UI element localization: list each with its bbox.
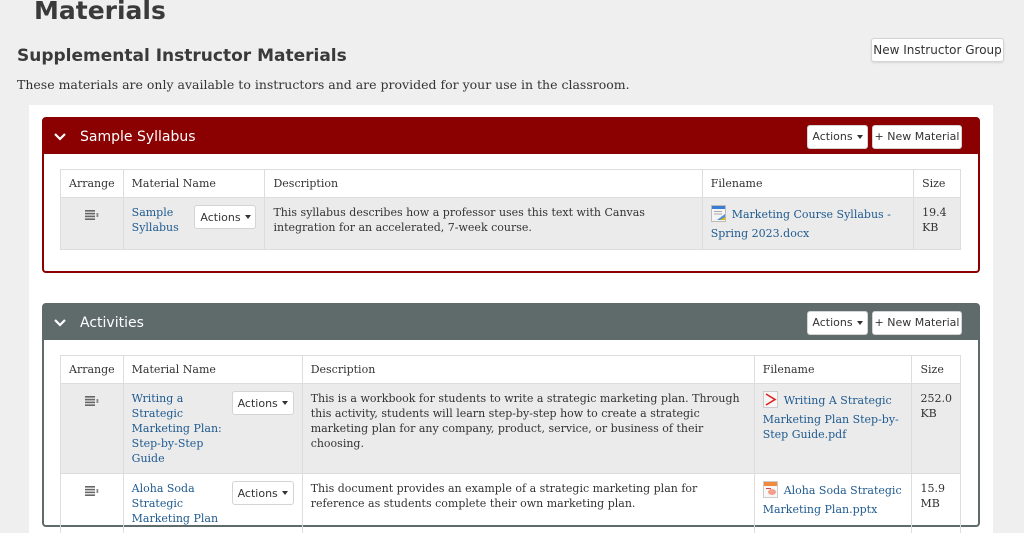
caret-down-icon <box>856 134 863 139</box>
material-actions-button[interactable]: Actions <box>231 391 294 415</box>
material-name-link[interactable]: Aloha Soda Strategic Marketing Plan <box>132 481 226 526</box>
group-panel-sample-syllabus: Sample Syllabus Actions + New Material A… <box>42 117 980 273</box>
column-header-material-name: Material Name <box>122 355 303 384</box>
pdf-file-icon <box>762 391 778 412</box>
section-title: Supplemental Instructor Materials <box>17 46 347 66</box>
pptx-file-icon <box>762 481 778 502</box>
new-instructor-group-button[interactable]: New Instructor Group <box>871 38 1004 62</box>
column-header-size: Size <box>913 169 961 198</box>
page-title: Materials <box>34 0 166 25</box>
column-header-description: Description <box>264 169 703 198</box>
actions-label: Actions <box>812 130 853 143</box>
group-panel-activities: Activities Actions + New Material Arrang… <box>42 303 980 533</box>
new-material-button[interactable]: + New Material <box>872 310 962 335</box>
chevron-down-icon[interactable] <box>54 129 70 145</box>
actions-label: Actions <box>200 210 241 224</box>
column-header-arrange: Arrange <box>60 355 124 384</box>
column-header-filename: Filename <box>753 355 913 384</box>
group-title: Activities <box>80 314 144 331</box>
materials-card: Sample Syllabus Actions + New Material A… <box>29 105 993 533</box>
table-header-row: Arrange Material Name Description Filena… <box>60 355 961 384</box>
materials-table: Arrange Material Name Description Filena… <box>60 355 961 533</box>
group-header: Sample Syllabus Actions + New Material <box>44 119 978 154</box>
column-header-size: Size <box>911 355 961 384</box>
table-header-row: Arrange Material Name Description Filena… <box>60 169 961 198</box>
column-header-material-name: Material Name <box>122 169 266 198</box>
caret-down-icon <box>281 401 288 405</box>
group-title: Sample Syllabus <box>80 128 196 145</box>
actions-label: Actions <box>237 486 278 500</box>
file-download-link[interactable]: Aloha Soda Strategic Marketing Plan.pptx <box>763 484 902 516</box>
actions-label: Actions <box>237 396 278 410</box>
section-description: These materials are only available to in… <box>17 77 630 92</box>
caret-down-icon <box>281 491 288 495</box>
material-name-link[interactable]: Sample Syllabus <box>132 205 189 235</box>
material-actions-button[interactable]: Actions <box>194 205 257 229</box>
drag-handle-icon[interactable] <box>84 485 99 500</box>
caret-down-icon <box>244 215 251 219</box>
column-header-filename: Filename <box>701 169 915 198</box>
column-header-description: Description <box>301 355 755 384</box>
actions-label: Actions <box>812 316 853 329</box>
file-size: 19.4 KB <box>913 197 961 250</box>
caret-down-icon <box>856 320 863 325</box>
table-row: Writing a Strategic Marketing Plan: Step… <box>60 383 961 474</box>
drag-handle-icon[interactable] <box>84 395 99 410</box>
file-size: 15.9 MB <box>911 473 961 533</box>
column-header-arrange: Arrange <box>60 169 124 198</box>
table-row: Sample Syllabus Actions This syllabus de… <box>60 197 961 250</box>
docx-file-icon <box>710 205 726 226</box>
group-actions-button[interactable]: Actions <box>807 310 868 335</box>
file-size: 252.0 KB <box>911 383 961 474</box>
material-description: This syllabus describes how a professor … <box>264 197 703 250</box>
materials-table: Arrange Material Name Description Filena… <box>60 169 961 250</box>
group-actions-button[interactable]: Actions <box>807 124 868 149</box>
drag-handle-icon[interactable] <box>84 209 99 224</box>
material-description: This document provides an example of a s… <box>301 473 755 533</box>
material-description: This is a workbook for students to write… <box>301 383 755 474</box>
file-download-link[interactable]: Writing A Strategic Marketing Plan Step-… <box>763 394 899 441</box>
chevron-down-icon[interactable] <box>54 315 70 331</box>
material-name-link[interactable]: Writing a Strategic Marketing Plan: Step… <box>132 391 226 466</box>
file-download-link[interactable]: Marketing Course Syllabus - Spring 2023.… <box>711 208 891 240</box>
new-material-button[interactable]: + New Material <box>872 124 962 149</box>
table-row: Aloha Soda Strategic Marketing Plan Acti… <box>60 473 961 533</box>
group-header: Activities Actions + New Material <box>44 305 978 340</box>
material-actions-button[interactable]: Actions <box>231 481 294 505</box>
